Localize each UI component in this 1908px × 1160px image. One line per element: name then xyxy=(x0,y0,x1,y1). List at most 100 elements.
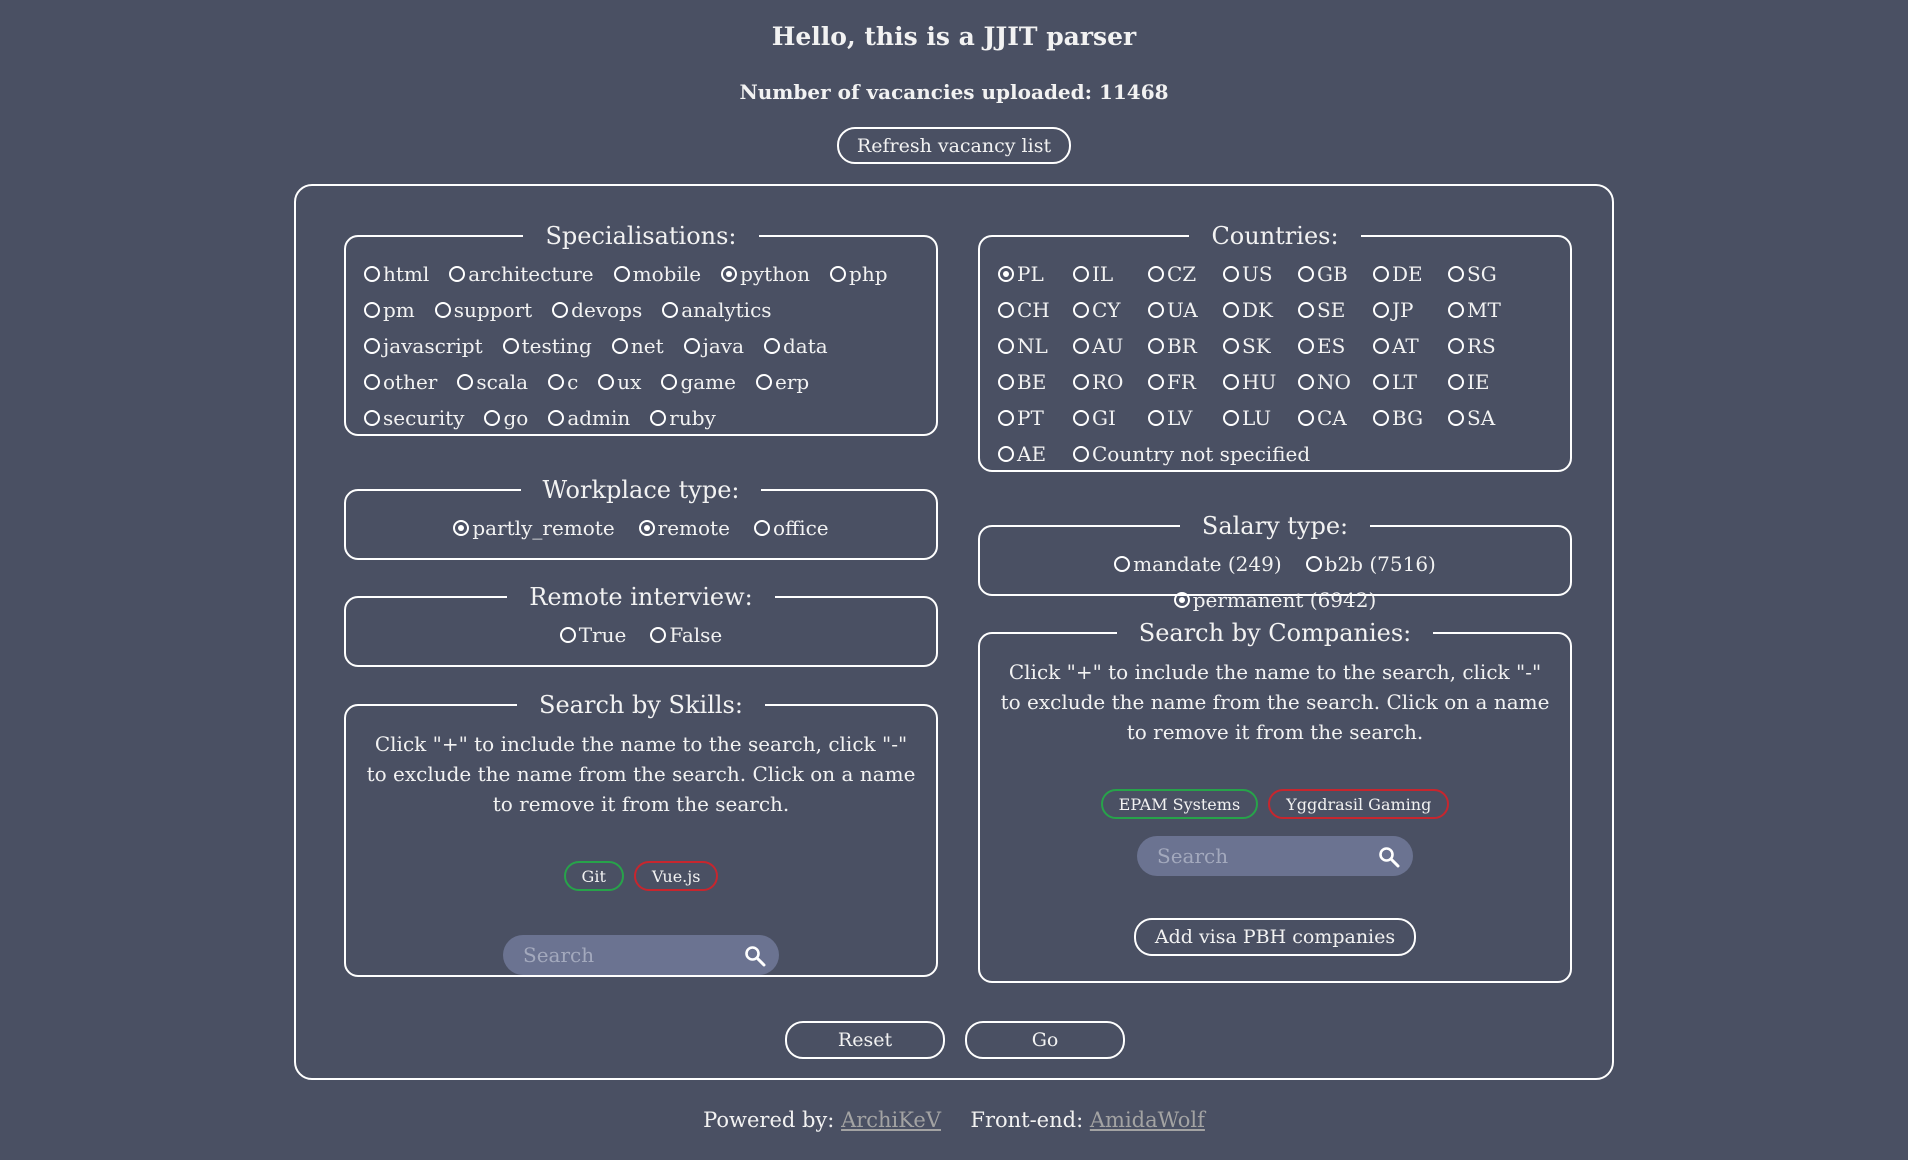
country-radio[interactable] xyxy=(1073,410,1089,426)
country-option-lt[interactable]: LT xyxy=(1373,364,1448,400)
country-option-nl[interactable]: NL xyxy=(998,328,1073,364)
country-option-il[interactable]: IL xyxy=(1073,256,1148,292)
go-button[interactable]: Go xyxy=(965,1021,1125,1059)
specialisation-option-erp[interactable]: erp xyxy=(755,364,809,400)
country-radio[interactable] xyxy=(1148,338,1164,354)
country-radio[interactable] xyxy=(1448,410,1464,426)
country-option-lv[interactable]: LV xyxy=(1148,400,1223,436)
country-option-ca[interactable]: CA xyxy=(1298,400,1373,436)
salary-type-radio[interactable] xyxy=(1305,556,1322,572)
country-option-no[interactable]: NO xyxy=(1298,364,1373,400)
country-radio[interactable] xyxy=(1073,266,1089,282)
country-option-bg[interactable]: BG xyxy=(1373,400,1448,436)
specialisation-option-security[interactable]: security xyxy=(364,400,464,436)
workplace-type-option-office[interactable]: office xyxy=(753,510,829,546)
country-radio[interactable] xyxy=(998,338,1014,354)
country-option-mt[interactable]: MT xyxy=(1448,292,1523,328)
skills-search-input[interactable] xyxy=(503,935,743,975)
country-option-cz[interactable]: CZ xyxy=(1148,256,1223,292)
country-option-sa[interactable]: SA xyxy=(1448,400,1523,436)
companies-search-input[interactable] xyxy=(1137,836,1377,876)
specialisation-option-ruby[interactable]: ruby xyxy=(650,400,716,436)
country-radio[interactable] xyxy=(1448,374,1464,390)
country-option-us[interactable]: US xyxy=(1223,256,1298,292)
country-radio[interactable] xyxy=(1073,374,1089,390)
search-icon[interactable] xyxy=(743,944,767,968)
specialisation-option-support[interactable]: support xyxy=(434,292,532,328)
specialisation-radio[interactable] xyxy=(548,410,565,426)
country-radio[interactable] xyxy=(1373,302,1389,318)
country-radio[interactable] xyxy=(1298,338,1314,354)
salary-type-radio[interactable] xyxy=(1173,592,1190,608)
country-option-au[interactable]: AU xyxy=(1073,328,1148,364)
specialisation-radio[interactable] xyxy=(364,266,380,282)
country-radio[interactable] xyxy=(1373,374,1389,390)
country-radio[interactable] xyxy=(1298,374,1314,390)
country-radio[interactable] xyxy=(1223,410,1239,426)
remote-interview-radio[interactable] xyxy=(559,627,576,643)
specialisation-option-admin[interactable]: admin xyxy=(548,400,630,436)
specialisation-radio[interactable] xyxy=(683,338,700,354)
country-option-dk[interactable]: DK xyxy=(1223,292,1298,328)
country-option-country-not-specified[interactable]: Country not specified xyxy=(1073,436,1310,472)
specialisation-radio[interactable] xyxy=(552,302,569,318)
country-radio[interactable] xyxy=(1448,302,1464,318)
company-tag-include[interactable]: EPAM Systems xyxy=(1100,789,1259,819)
country-radio[interactable] xyxy=(1073,446,1089,462)
country-radio[interactable] xyxy=(998,266,1014,282)
specialisation-radio[interactable] xyxy=(830,266,847,282)
specialisation-option-ux[interactable]: ux xyxy=(598,364,641,400)
country-option-se[interactable]: SE xyxy=(1298,292,1373,328)
specialisation-option-mobile[interactable]: mobile xyxy=(613,256,701,292)
specialisation-option-java[interactable]: java xyxy=(683,328,744,364)
country-radio[interactable] xyxy=(998,446,1014,462)
country-option-lu[interactable]: LU xyxy=(1223,400,1298,436)
specialisation-option-c[interactable]: c xyxy=(548,364,578,400)
remote-interview-option-false[interactable]: False xyxy=(650,617,722,653)
specialisation-radio[interactable] xyxy=(598,374,615,390)
country-option-gb[interactable]: GB xyxy=(1298,256,1373,292)
specialisation-option-devops[interactable]: devops xyxy=(552,292,642,328)
country-radio[interactable] xyxy=(1223,302,1239,318)
specialisation-option-architecture[interactable]: architecture xyxy=(449,256,594,292)
specialisation-radio[interactable] xyxy=(364,302,380,318)
salary-type-option-permanent-6942[interactable]: permanent (6942) xyxy=(1173,582,1376,618)
country-radio[interactable] xyxy=(998,374,1014,390)
specialisation-radio[interactable] xyxy=(661,374,678,390)
remote-interview-radio[interactable] xyxy=(650,627,667,643)
country-option-sk[interactable]: SK xyxy=(1223,328,1298,364)
country-radio[interactable] xyxy=(1448,338,1464,354)
country-option-ae[interactable]: AE xyxy=(998,436,1073,472)
country-radio[interactable] xyxy=(1448,266,1464,282)
refresh-vacancy-button[interactable]: Refresh vacancy list xyxy=(837,127,1071,164)
country-radio[interactable] xyxy=(1148,302,1164,318)
search-icon[interactable] xyxy=(1377,845,1401,869)
specialisation-radio[interactable] xyxy=(364,410,380,426)
workplace-type-radio[interactable] xyxy=(453,520,470,536)
specialisation-radio[interactable] xyxy=(364,338,380,354)
specialisation-option-scala[interactable]: scala xyxy=(457,364,528,400)
specialisation-option-pm[interactable]: pm xyxy=(364,292,415,328)
workplace-type-radio[interactable] xyxy=(753,520,770,536)
country-radio[interactable] xyxy=(1073,338,1089,354)
specialisation-radio[interactable] xyxy=(611,338,628,354)
country-radio[interactable] xyxy=(1148,410,1164,426)
country-option-ua[interactable]: UA xyxy=(1148,292,1223,328)
skill-tag-exclude[interactable]: Vue.js xyxy=(633,861,719,891)
country-option-gi[interactable]: GI xyxy=(1073,400,1148,436)
remote-interview-option-true[interactable]: True xyxy=(559,617,626,653)
country-option-br[interactable]: BR xyxy=(1148,328,1223,364)
country-radio[interactable] xyxy=(1148,374,1164,390)
specialisation-option-game[interactable]: game xyxy=(661,364,736,400)
add-visa-companies-button[interactable]: Add visa PBH companies xyxy=(1134,918,1416,956)
specialisation-option-python[interactable]: python xyxy=(721,256,810,292)
country-radio[interactable] xyxy=(998,410,1014,426)
country-option-at[interactable]: AT xyxy=(1373,328,1448,364)
specialisation-radio[interactable] xyxy=(721,266,738,282)
country-radio[interactable] xyxy=(1373,338,1389,354)
specialisation-radio[interactable] xyxy=(548,374,565,390)
country-radio[interactable] xyxy=(1298,410,1314,426)
country-option-cy[interactable]: CY xyxy=(1073,292,1148,328)
workplace-type-radio[interactable] xyxy=(638,520,655,536)
country-radio[interactable] xyxy=(1223,374,1239,390)
